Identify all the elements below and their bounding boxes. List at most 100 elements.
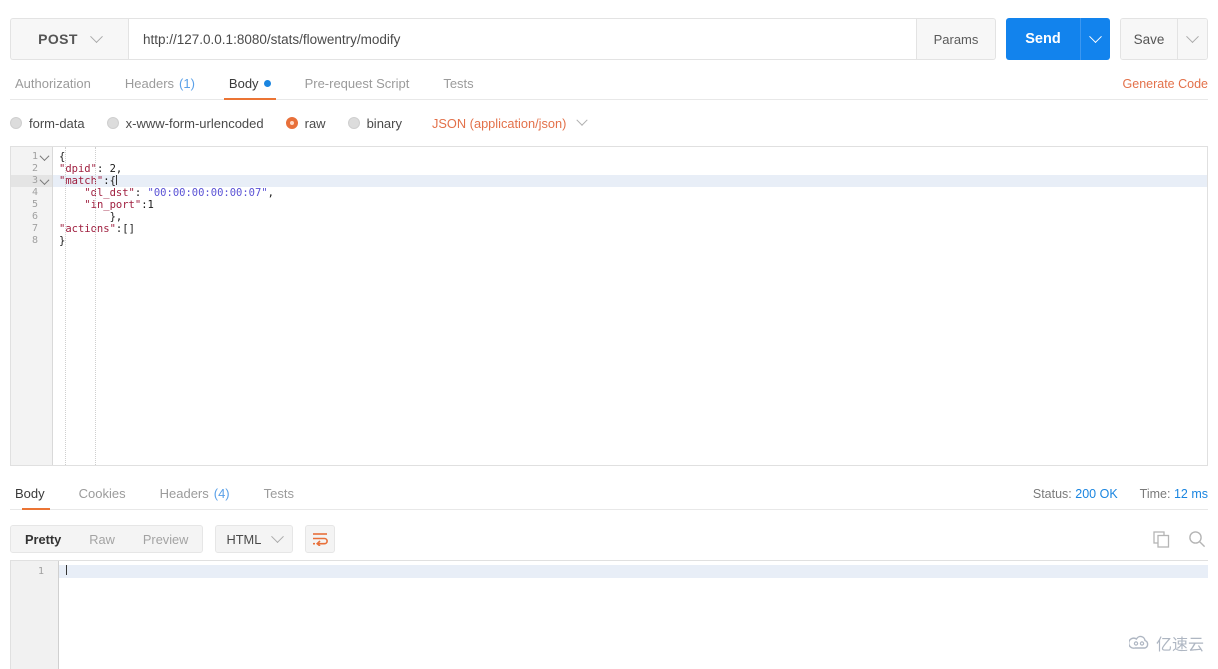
response-tab-tests[interactable]: Tests [247, 486, 311, 509]
radio-icon [347, 117, 360, 129]
body-type-label: x-www-form-urlencoded [125, 115, 264, 131]
params-label: Params [933, 31, 979, 47]
params-button[interactable]: Params [917, 18, 996, 60]
chevron-down-icon [1089, 29, 1102, 43]
view-mode-raw[interactable]: Raw [75, 526, 129, 552]
mime-type-label: JSON (application/json) [432, 115, 567, 131]
save-label: Save [1133, 31, 1165, 47]
editor-code-area[interactable]: {"dpid": 2, "match":{ "dl_dst": "00:00:00… [53, 147, 1207, 465]
tab-label: Body [228, 76, 259, 91]
code-line: }, [109, 211, 123, 223]
body-type-urlencoded[interactable]: x-www-form-urlencoded [106, 115, 264, 131]
tab-label: Headers [124, 76, 175, 91]
url-text: http://127.0.0.1:8080/stats/flowentry/mo… [143, 31, 401, 47]
tab-label: Cookies [78, 486, 126, 501]
watermark-text: 亿速云 [1155, 635, 1204, 654]
tab-label: Body [15, 486, 45, 501]
code-line: } [59, 235, 66, 247]
generate-code-link[interactable]: Generate Code [1123, 77, 1208, 91]
code-line: "dl_dst": "00:00:00:00:00:07", [84, 187, 274, 199]
view-mode-preview[interactable]: Preview [129, 526, 203, 552]
tab-count: (1) [179, 76, 195, 91]
body-type-binary[interactable]: binary [347, 115, 402, 131]
tab-headers[interactable]: Headers (1) [108, 76, 212, 99]
body-modified-dot-icon [263, 80, 271, 87]
tab-authorization[interactable]: Authorization [10, 76, 108, 99]
body-type-form-data[interactable]: form-data [10, 116, 85, 131]
response-body-editor[interactable]: 1 [10, 560, 1208, 669]
request-tabs: Authorization Headers (1) Body Pre-reque… [10, 70, 1208, 100]
word-wrap-toggle[interactable] [305, 525, 336, 553]
line-number: 3 [11, 174, 52, 187]
save-options-button[interactable] [1177, 19, 1207, 59]
line-number: 6 [31, 211, 38, 222]
editor-line-numbers: 12345678 [11, 147, 53, 465]
request-url-bar: POST http://127.0.0.1:8080/stats/flowent… [10, 18, 1208, 60]
response-tab-headers[interactable]: Headers (4) [143, 486, 247, 509]
tab-pre-request-script[interactable]: Pre-request Script [288, 76, 427, 99]
save-button-group: Save [1120, 18, 1208, 60]
url-input[interactable]: http://127.0.0.1:8080/stats/flowentry/mo… [128, 18, 917, 60]
postman-window: POST http://127.0.0.1:8080/stats/flowent… [0, 0, 1218, 669]
tab-label: Authorization [15, 76, 91, 91]
fold-arrow-icon[interactable] [39, 150, 50, 161]
line-number: 2 [31, 163, 38, 174]
view-mode-label: Preview [142, 531, 189, 547]
response-format-selector[interactable]: HTML [215, 525, 294, 553]
time-badge: Time: 12 ms [1140, 487, 1208, 501]
radio-icon [10, 117, 22, 129]
time-value: 12 ms [1173, 487, 1208, 501]
search-icon[interactable] [1188, 530, 1206, 548]
response-tab-cookies[interactable]: Cookies [62, 486, 143, 509]
line-number: 7 [31, 223, 38, 234]
body-type-label: binary [366, 115, 402, 131]
status-value: 200 OK [1075, 487, 1118, 501]
code-line: "dpid": 2, [59, 163, 123, 175]
time-label: Time: [1139, 487, 1171, 501]
chevron-down-icon [271, 529, 285, 543]
code-line: "in_port":1 [84, 199, 154, 211]
line-number: 4 [31, 187, 38, 198]
send-button[interactable]: Send [1006, 18, 1080, 60]
tab-tests[interactable]: Tests [426, 76, 490, 99]
request-body-editor[interactable]: 12345678 {"dpid": 2, "match":{ "dl_dst": … [10, 146, 1208, 466]
word-wrap-icon [313, 533, 329, 546]
response-tabs: Body Cookies Headers (4) Tests Status: 2… [10, 478, 1208, 510]
view-mode-pretty[interactable]: Pretty [11, 526, 76, 552]
radio-icon-selected [285, 117, 298, 129]
chevron-down-icon [1186, 29, 1199, 43]
response-meta: Status: 200 OK Time: 12 ms [1033, 487, 1208, 501]
response-view-mode-group: Pretty Raw Preview [10, 525, 204, 553]
code-line: "match":{ [53, 175, 1207, 187]
line-number: 5 [31, 199, 38, 210]
save-button[interactable]: Save [1121, 19, 1177, 59]
line-number: 1 [11, 150, 52, 163]
response-line-numbers: 1 [11, 561, 59, 669]
send-label: Send [1025, 31, 1061, 47]
response-actions [1153, 530, 1206, 548]
code-line: { [59, 151, 66, 163]
fold-arrow-icon[interactable] [39, 174, 50, 185]
tab-count: (4) [213, 486, 230, 501]
view-mode-label: Raw [89, 531, 115, 547]
send-options-button[interactable] [1080, 18, 1110, 60]
tab-body[interactable]: Body [212, 76, 288, 100]
response-toolbar: Pretty Raw Preview HTML [10, 522, 1208, 556]
http-method-selector[interactable]: POST [10, 18, 128, 60]
response-format-label: HTML [226, 531, 262, 547]
mime-type-selector[interactable]: JSON (application/json) [432, 114, 589, 131]
cloud-icon [1128, 635, 1149, 649]
view-mode-label: Pretty [25, 531, 62, 547]
copy-icon[interactable] [1153, 530, 1170, 548]
chevron-down-icon [576, 114, 589, 126]
response-tab-body[interactable]: Body [10, 486, 62, 510]
http-method-label: POST [38, 31, 78, 47]
chevron-down-icon [89, 29, 103, 43]
status-badge: Status: 200 OK [1033, 487, 1118, 501]
line-number: 8 [31, 235, 38, 246]
body-type-raw[interactable]: raw [285, 116, 326, 131]
tab-label: Pre-request Script [304, 76, 410, 91]
status-label: Status: [1032, 487, 1072, 501]
response-code-area[interactable] [59, 561, 1208, 669]
radio-icon [106, 117, 119, 129]
